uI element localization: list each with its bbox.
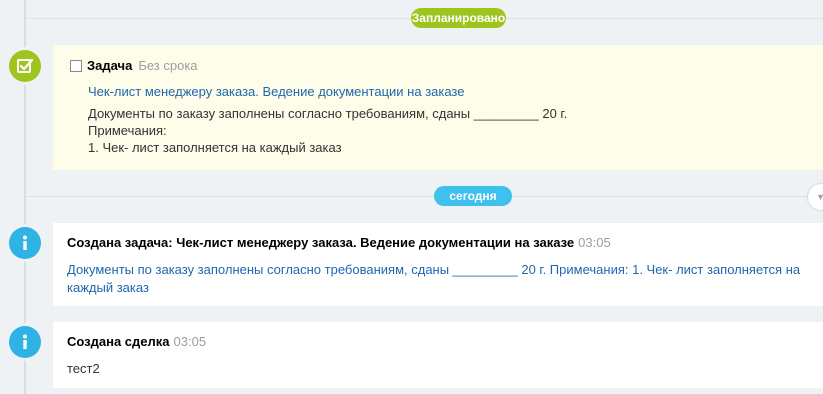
event-node bbox=[9, 227, 41, 259]
event-title-text: Создана сделка bbox=[67, 334, 170, 349]
event-time: 03:05 bbox=[578, 235, 611, 250]
info-icon bbox=[23, 235, 27, 250]
event-title: Создана задача: Чек-лист менеджеру заказ… bbox=[67, 235, 611, 250]
planned-badge: Запланировано bbox=[411, 8, 506, 28]
task-type-label: Задача bbox=[87, 58, 133, 73]
event-card: Создана сделка 03:05 тест2 bbox=[53, 322, 823, 388]
task-title-link[interactable]: Чек-лист менеджеру заказа. Ведение докум… bbox=[88, 84, 464, 99]
today-badge: сегодня bbox=[434, 186, 512, 206]
task-description: Документы по заказу заполнены согласно т… bbox=[88, 106, 568, 155]
collapse-button[interactable]: ▼ bbox=[808, 184, 823, 210]
task-deadline: Без срока bbox=[138, 58, 198, 73]
task-node bbox=[9, 50, 41, 82]
task-check-icon bbox=[17, 58, 34, 73]
chevron-down-icon: ▼ bbox=[816, 192, 823, 202]
event-time: 03:05 bbox=[173, 334, 207, 349]
event-node bbox=[9, 326, 41, 358]
event-title: Создана сделка 03:05 bbox=[67, 334, 206, 349]
event-description[interactable]: Документы по заказу заполнены согласно т… bbox=[67, 261, 815, 297]
divider bbox=[26, 196, 823, 197]
info-icon bbox=[23, 334, 27, 349]
task-card: Задача Без срока Чек-лист менеджеру зака… bbox=[53, 45, 823, 170]
task-complete-checkbox[interactable] bbox=[70, 59, 82, 72]
event-description: тест2 bbox=[67, 361, 100, 376]
event-title-text: Создана задача: Чек-лист менеджеру заказ… bbox=[67, 235, 575, 250]
task-header: Задача Без срока bbox=[70, 58, 198, 73]
event-card: Создана задача: Чек-лист менеджеру заказ… bbox=[53, 223, 823, 306]
